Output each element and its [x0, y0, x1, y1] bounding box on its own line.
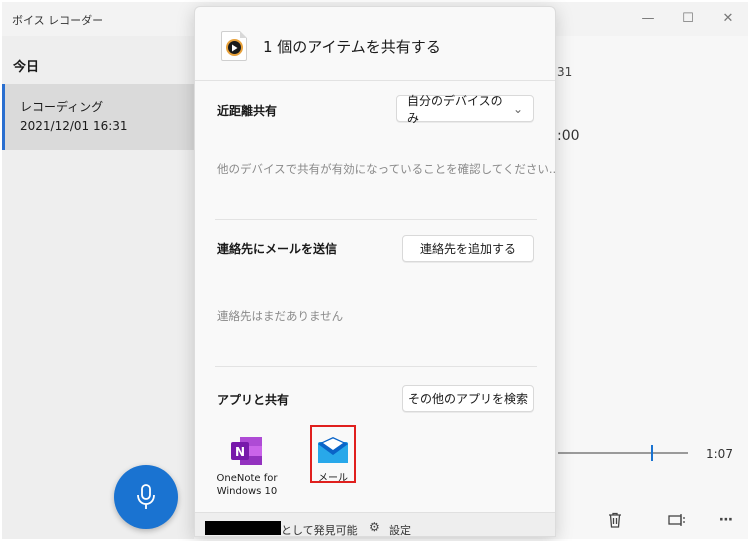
- share-dialog-footer: として発見可能 ⚙ 設定: [195, 512, 555, 537]
- window-controls: — ☐ ✕: [628, 2, 748, 34]
- playback-timeline[interactable]: [558, 452, 688, 454]
- find-more-apps-button[interactable]: その他のアプリを検索: [402, 385, 534, 412]
- svg-text:N: N: [235, 445, 245, 459]
- app-title: ボイス レコーダー: [12, 14, 104, 27]
- contacts-empty-message: 連絡先はまだありません: [217, 309, 344, 323]
- audio-file-icon: [221, 31, 247, 61]
- onenote-icon: N: [231, 437, 262, 465]
- onenote-label-line1: OneNote for: [216, 473, 278, 484]
- playhead-handle[interactable]: [651, 445, 653, 461]
- nearby-share-label: 近距離共有: [217, 104, 278, 118]
- share-dialog: 1 個のアイテムを共有する 近距離共有 自分のデバイスのみ ⌄ 他のデバイスで共…: [194, 6, 556, 537]
- recording-list-item[interactable]: レコーディング 2021/12/01 16:31: [2, 84, 194, 150]
- chevron-down-icon: ⌄: [512, 101, 523, 116]
- more-icon[interactable]: ⋯: [716, 510, 736, 530]
- minimize-button[interactable]: —: [628, 2, 668, 34]
- gear-icon[interactable]: ⚙: [369, 520, 380, 534]
- redacted-device-name: [205, 521, 281, 535]
- divider: [215, 219, 537, 220]
- onenote-app-tile[interactable]: N OneNote for Windows 10: [207, 427, 287, 505]
- nearby-share-message: 他のデバイスで共有が有効になっていることを確認してください...: [217, 162, 556, 176]
- nearby-share-dropdown[interactable]: 自分のデバイスのみ ⌄: [396, 94, 534, 125]
- total-duration: 1:07: [706, 447, 733, 461]
- divider: [215, 366, 537, 367]
- share-with-apps-label: アプリと共有: [217, 393, 290, 407]
- email-contacts-label: 連絡先にメールを送信: [217, 242, 338, 256]
- recording-date: 2021/12/01 16:31: [20, 119, 128, 133]
- highlight-box: [310, 425, 356, 483]
- maximize-button[interactable]: ☐: [668, 2, 708, 34]
- microphone-icon: [137, 484, 155, 509]
- close-button[interactable]: ✕: [708, 2, 748, 34]
- record-button[interactable]: [114, 465, 178, 529]
- delete-icon[interactable]: [606, 510, 624, 530]
- recording-date-fragment: 31: [557, 65, 573, 79]
- trim-icon[interactable]: [666, 510, 688, 530]
- share-title: 1 個のアイテムを共有する: [263, 38, 441, 56]
- group-header: 今日: [13, 60, 40, 75]
- recordings-sidebar: 今日 レコーディング 2021/12/01 16:31: [2, 36, 194, 539]
- nearby-share-dropdown-value: 自分のデバイスのみ: [407, 93, 503, 125]
- discoverable-text: として発見可能: [281, 524, 358, 537]
- add-contact-button[interactable]: 連絡先を追加する: [402, 235, 534, 262]
- onenote-label-line2: Windows 10: [216, 486, 278, 497]
- share-dialog-header: 1 個のアイテムを共有する: [195, 7, 555, 81]
- recording-name: レコーディング: [20, 100, 104, 114]
- settings-link[interactable]: 設定: [389, 522, 411, 536]
- recording-time-fragment: :00: [557, 128, 580, 144]
